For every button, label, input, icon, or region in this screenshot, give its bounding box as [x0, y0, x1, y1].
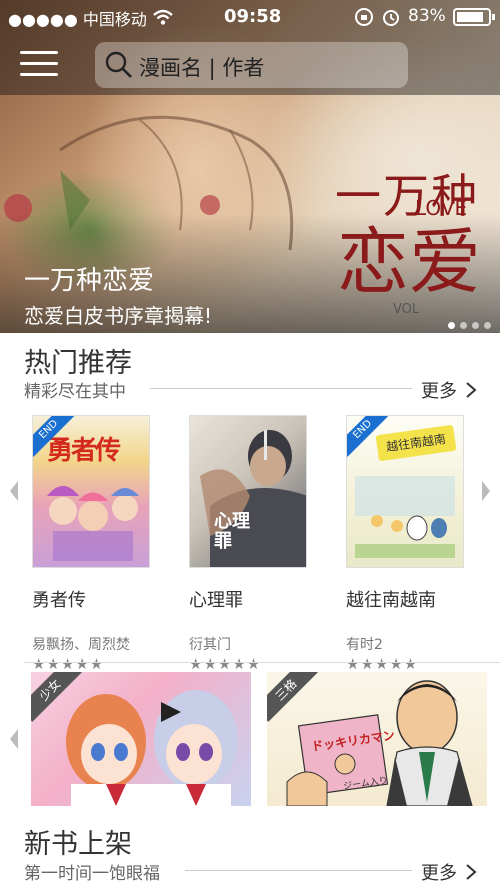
book-title[interactable]: 勇者传 — [32, 586, 86, 612]
pager-dot[interactable] — [484, 322, 491, 329]
pager-dot[interactable] — [460, 322, 467, 329]
section-divider-line — [150, 388, 412, 389]
book-cover[interactable]: 勇者传 END — [32, 415, 150, 568]
carrier-label: ●●●●● 中国移动 — [8, 10, 147, 29]
scroll-right-arrow-icon[interactable] — [480, 480, 492, 502]
hot-more-link[interactable]: 更多 — [421, 377, 477, 403]
more-label: 更多 — [421, 381, 457, 402]
battery-icon — [453, 8, 495, 26]
top-nav-bar: 漫画名 | 作者 — [0, 33, 500, 95]
category-banner-girls[interactable]: 少女 — [31, 672, 251, 806]
art-title-line2: 恋爱 — [337, 220, 482, 304]
pager-dot[interactable] — [472, 322, 479, 329]
hero-art-title: 一万种 恋爱 LOVE VOL — [335, 160, 482, 317]
hero-title: 一万种恋爱 — [24, 266, 155, 296]
wifi-icon — [153, 9, 173, 25]
book-author: 有时2 — [346, 637, 383, 653]
status-bar: ●●●●● 中国移动 09:58 83% — [0, 0, 500, 33]
scroll-left-arrow-icon[interactable] — [8, 480, 20, 502]
new-section-title: 新书上架 — [24, 829, 132, 860]
book-cover[interactable]: 心理罪 — [189, 415, 307, 568]
book-author: 衍其门 — [189, 637, 231, 653]
hot-section-subtitle: 精彩尽在其中 — [24, 382, 126, 402]
rating-stars: ★★★★★ — [189, 655, 262, 673]
banner-illustration — [66, 690, 238, 806]
art-love-text: LOVE — [415, 196, 468, 220]
hot-section-title: 热门推荐 — [24, 348, 132, 379]
search-icon — [105, 51, 132, 78]
pager-dot[interactable] — [448, 322, 455, 329]
book-cover[interactable]: 越往南越南 END — [346, 415, 464, 568]
alarm-icon — [383, 10, 399, 26]
rating-stars: ★★★★★ — [32, 655, 105, 673]
orientation-lock-icon — [355, 8, 373, 26]
chevron-right-icon — [466, 864, 477, 880]
book-title[interactable]: 越往南越南 — [346, 586, 436, 612]
book-author: 易飘扬、周烈焚 — [32, 637, 130, 653]
cover-title-art: 心理罪 — [214, 511, 250, 552]
search-placeholder: 漫画名 | 作者 — [139, 56, 265, 80]
search-input[interactable]: 漫画名 | 作者 — [95, 42, 408, 88]
book-title[interactable]: 心理罪 — [189, 586, 243, 612]
battery-percent: 83% — [408, 6, 446, 26]
new-more-link[interactable]: 更多 — [421, 859, 477, 885]
carousel-pager[interactable] — [448, 314, 496, 333]
banner-scroll-left-arrow-icon[interactable] — [8, 728, 20, 750]
rating-stars: ★★★★★ — [346, 655, 419, 673]
section-divider-line — [185, 870, 412, 871]
hamburger-menu-icon[interactable] — [20, 51, 58, 77]
clock: 09:58 — [224, 6, 282, 27]
section-divider — [24, 662, 500, 663]
category-banner-comedy[interactable]: ドッキリカマン ジーム入り 三格 — [267, 672, 487, 806]
hero-subtitle: 恋爱白皮书序章揭幕! — [24, 304, 213, 328]
new-section-subtitle: 第一时间一饱眼福 — [24, 864, 160, 884]
more-label: 更多 — [421, 863, 457, 884]
chevron-right-icon — [466, 382, 477, 398]
art-vol-text: VOL — [393, 302, 420, 317]
